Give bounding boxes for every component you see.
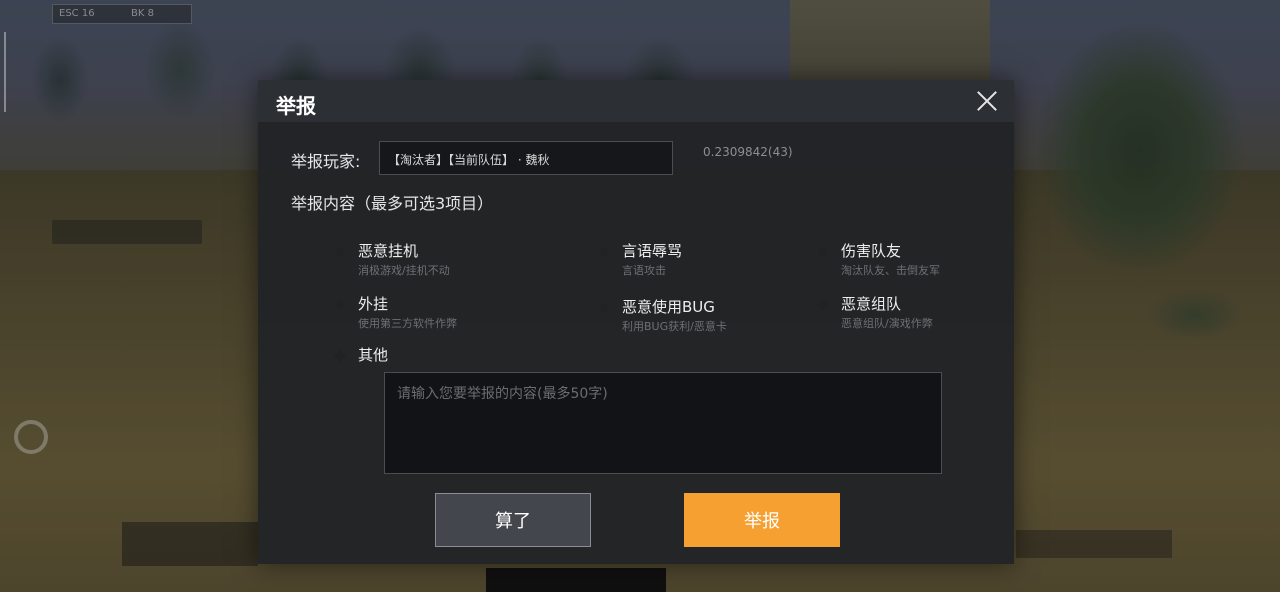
report-player-value: 【淘汰者】【当前队伍】 · 魏秋 xyxy=(388,153,550,167)
option-subtitle: 使用第三方软件作弊 xyxy=(358,317,457,330)
option-diamond-icon xyxy=(334,350,346,362)
report-button[interactable]: 举报 xyxy=(684,493,840,547)
report-content-label: 举报内容（最多可选3项目） xyxy=(291,194,494,213)
option-other[interactable]: 其他 xyxy=(334,344,456,366)
option-diamond-icon xyxy=(334,299,346,311)
report-player-field: 【淘汰者】【当前队伍】 · 魏秋 xyxy=(379,141,673,175)
option-title: 恶意挂机 xyxy=(358,242,419,260)
player-id: 0.2309842(43) xyxy=(703,145,793,159)
option-subtitle: 恶意组队/演戏作弊 xyxy=(841,317,933,330)
option-malicious-teaming[interactable]: 恶意组队 恶意组队/演戏作弊 xyxy=(817,293,1009,333)
option-subtitle: 利用BUG获利/恶意卡 xyxy=(622,320,727,333)
dialog-title: 举报 xyxy=(276,94,316,118)
option-teammate-damage[interactable]: 伤害队友 淘汰队友、击倒友军 xyxy=(817,240,1009,280)
option-diamond-icon xyxy=(817,299,829,311)
option-cheating[interactable]: 外挂 使用第三方软件作弊 xyxy=(334,293,536,333)
report-dialog: 举报 举报玩家: 【淘汰者】【当前队伍】 · 魏秋 0.2309842(43) … xyxy=(258,80,1014,564)
report-description-input[interactable]: 请输入您要举报的内容(最多50字) xyxy=(384,372,942,474)
close-icon[interactable] xyxy=(972,86,1002,116)
option-title: 言语辱骂 xyxy=(622,242,683,260)
report-description-placeholder: 请输入您要举报的内容(最多50字) xyxy=(397,386,608,402)
option-bug-abuse[interactable]: 恶意使用BUG 利用BUG获利/恶意卡 xyxy=(598,296,800,336)
report-player-label: 举报玩家: xyxy=(291,152,361,171)
cancel-button[interactable]: 算了 xyxy=(435,493,591,547)
option-subtitle: 言语攻击 xyxy=(622,264,666,277)
dialog-header: 举报 xyxy=(258,80,1014,122)
option-subtitle: 淘汰队友、击倒友军 xyxy=(841,264,940,277)
option-diamond-icon xyxy=(598,302,610,314)
option-verbal-abuse[interactable]: 言语辱骂 言语攻击 xyxy=(598,240,800,280)
option-title: 其他 xyxy=(358,346,389,364)
option-title: 恶意组队 xyxy=(841,295,902,313)
option-subtitle: 消极游戏/挂机不动 xyxy=(358,264,450,277)
option-diamond-icon xyxy=(817,246,829,258)
option-title: 伤害队友 xyxy=(841,242,902,260)
option-malicious-afk[interactable]: 恶意挂机 消极游戏/挂机不动 xyxy=(334,240,536,280)
option-diamond-icon xyxy=(598,246,610,258)
option-title: 外挂 xyxy=(358,295,389,313)
option-title: 恶意使用BUG xyxy=(622,298,715,316)
option-diamond-icon xyxy=(334,246,346,258)
